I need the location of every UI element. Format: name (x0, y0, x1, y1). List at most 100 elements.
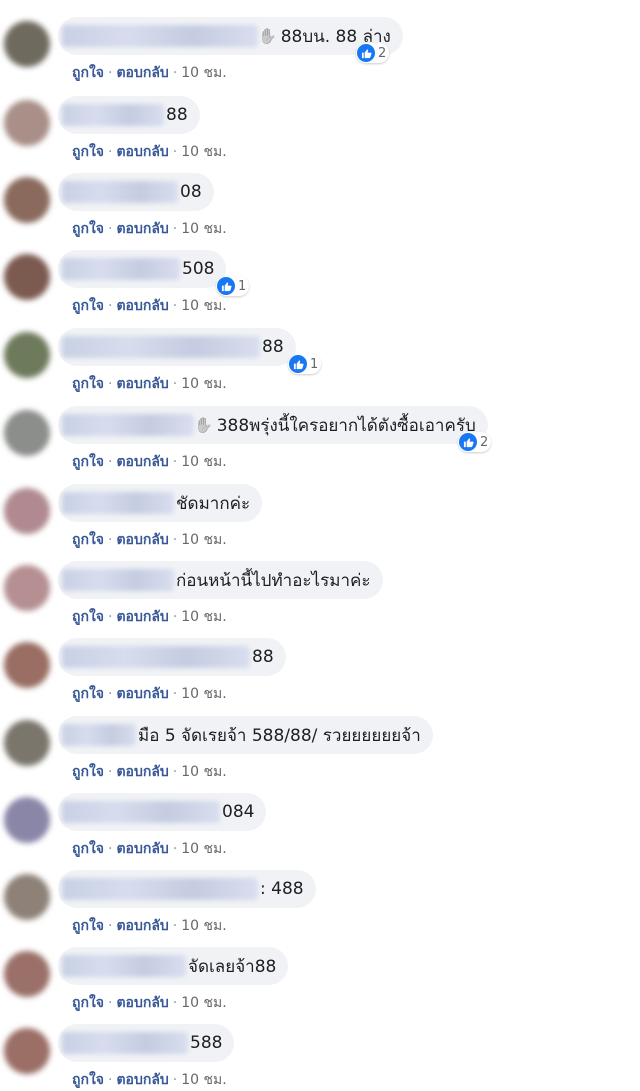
timestamp[interactable]: 10 ชม. (181, 454, 226, 470)
blurred-author-name[interactable] (62, 414, 194, 436)
comment-text: 508 (182, 259, 215, 279)
reply-link[interactable]: ตอบกลับ (116, 65, 168, 81)
avatar[interactable] (4, 951, 50, 997)
separator-dot: · (172, 65, 178, 81)
timestamp[interactable]: 10 ชม. (181, 686, 226, 702)
like-link[interactable]: ถูกใจ (72, 686, 104, 702)
comment-bubble: 084 (58, 793, 267, 831)
comment-text: ชัดมากค่ะ (176, 493, 251, 514)
timestamp[interactable]: 10 ชม. (181, 144, 226, 160)
like-link[interactable]: ถูกใจ (72, 376, 104, 392)
blurred-author-name[interactable] (62, 104, 164, 126)
blurred-author-name[interactable] (62, 258, 180, 280)
reply-link[interactable]: ตอบกลับ (116, 609, 168, 625)
reply-link[interactable]: ตอบกลับ (116, 764, 168, 780)
like-link[interactable]: ถูกใจ (72, 609, 104, 625)
comment-text: 588 (190, 1033, 223, 1053)
reply-link[interactable]: ตอบกลับ (116, 298, 168, 314)
reply-link[interactable]: ตอบกลับ (116, 532, 168, 548)
separator-dot: · (172, 609, 178, 625)
like-link[interactable]: ถูกใจ (72, 65, 104, 81)
separator-dot: · (172, 841, 178, 857)
comment-bubble: : 488 (58, 870, 316, 908)
separator-dot: · (108, 454, 113, 470)
avatar[interactable] (4, 1028, 50, 1074)
reply-link[interactable]: ตอบกลับ (116, 918, 168, 934)
reply-link[interactable]: ตอบกลับ (116, 1072, 168, 1088)
comment-actions: ถูกใจ · ตอบกลับ · 10 ชม. (72, 683, 227, 705)
like-link[interactable]: ถูกใจ (72, 764, 104, 780)
avatar[interactable] (4, 874, 50, 920)
like-link[interactable]: ถูกใจ (72, 918, 104, 934)
timestamp[interactable]: 10 ชม. (181, 841, 226, 857)
avatar[interactable] (4, 642, 50, 688)
timestamp[interactable]: 10 ชม. (181, 532, 226, 548)
reaction-badge[interactable]: 1 (216, 276, 250, 296)
blurred-author-name[interactable] (62, 878, 258, 900)
reaction-badge[interactable]: 1 (288, 354, 322, 374)
avatar[interactable] (4, 797, 50, 843)
comment-bubble: ✋ 88บน. 88 ล่าง (58, 17, 403, 55)
avatar[interactable] (4, 177, 50, 223)
timestamp[interactable]: 10 ชม. (181, 298, 226, 314)
blurred-author-name[interactable] (62, 955, 186, 977)
timestamp[interactable]: 10 ชม. (181, 918, 226, 934)
reply-link[interactable]: ตอบกลับ (116, 454, 168, 470)
separator-dot: · (108, 144, 113, 160)
reaction-badge[interactable]: 2 (458, 432, 492, 452)
timestamp[interactable]: 10 ชม. (181, 221, 226, 237)
like-reaction-icon (459, 433, 477, 451)
reply-link[interactable]: ตอบกลับ (116, 841, 168, 857)
blurred-author-name[interactable] (62, 646, 250, 668)
reply-link[interactable]: ตอบกลับ (116, 221, 168, 237)
reaction-badge[interactable]: 2 (356, 43, 390, 63)
separator-dot: · (172, 298, 178, 314)
raised-hand-emoji-icon: ✋ (194, 416, 213, 434)
reply-link[interactable]: ตอบกลับ (116, 376, 168, 392)
like-link[interactable]: ถูกใจ (72, 221, 104, 237)
blurred-author-name[interactable] (62, 25, 258, 47)
blurred-author-name[interactable] (62, 1032, 188, 1054)
blurred-author-name[interactable] (62, 724, 136, 746)
reply-link[interactable]: ตอบกลับ (116, 686, 168, 702)
reaction-count: 1 (310, 356, 319, 372)
like-link[interactable]: ถูกใจ (72, 144, 104, 160)
separator-dot: · (108, 686, 113, 702)
timestamp[interactable]: 10 ชม. (181, 1072, 226, 1088)
separator-dot: · (108, 376, 113, 392)
separator-dot: · (172, 532, 178, 548)
separator-dot: · (108, 532, 113, 548)
blurred-author-name[interactable] (62, 492, 174, 514)
timestamp[interactable]: 10 ชม. (181, 376, 226, 392)
comment-bubble: 588 (58, 1024, 235, 1062)
timestamp[interactable]: 10 ชม. (181, 764, 226, 780)
comment-text: 084 (222, 802, 255, 822)
avatar[interactable] (4, 100, 50, 146)
avatar[interactable] (4, 565, 50, 611)
like-link[interactable]: ถูกใจ (72, 1072, 104, 1088)
reply-link[interactable]: ตอบกลับ (116, 995, 168, 1011)
separator-dot: · (108, 918, 113, 934)
like-link[interactable]: ถูกใจ (72, 841, 104, 857)
like-link[interactable]: ถูกใจ (72, 454, 104, 470)
avatar[interactable] (4, 720, 50, 766)
like-link[interactable]: ถูกใจ (72, 298, 104, 314)
timestamp[interactable]: 10 ชม. (181, 995, 226, 1011)
reply-link[interactable]: ตอบกลับ (116, 144, 168, 160)
timestamp[interactable]: 10 ชม. (181, 609, 226, 625)
avatar[interactable] (4, 410, 50, 456)
blurred-author-name[interactable] (62, 569, 174, 591)
avatar[interactable] (4, 254, 50, 300)
blurred-author-name[interactable] (62, 336, 260, 358)
blurred-author-name[interactable] (62, 181, 178, 203)
separator-dot: · (108, 841, 113, 857)
comment-text: จัดเลยจ้า88 (188, 956, 277, 977)
avatar[interactable] (4, 488, 50, 534)
avatar[interactable] (4, 332, 50, 378)
like-link[interactable]: ถูกใจ (72, 995, 104, 1011)
timestamp[interactable]: 10 ชม. (181, 65, 226, 81)
blurred-author-name[interactable] (62, 801, 220, 823)
avatar[interactable] (4, 21, 50, 67)
separator-dot: · (172, 454, 178, 470)
like-link[interactable]: ถูกใจ (72, 532, 104, 548)
